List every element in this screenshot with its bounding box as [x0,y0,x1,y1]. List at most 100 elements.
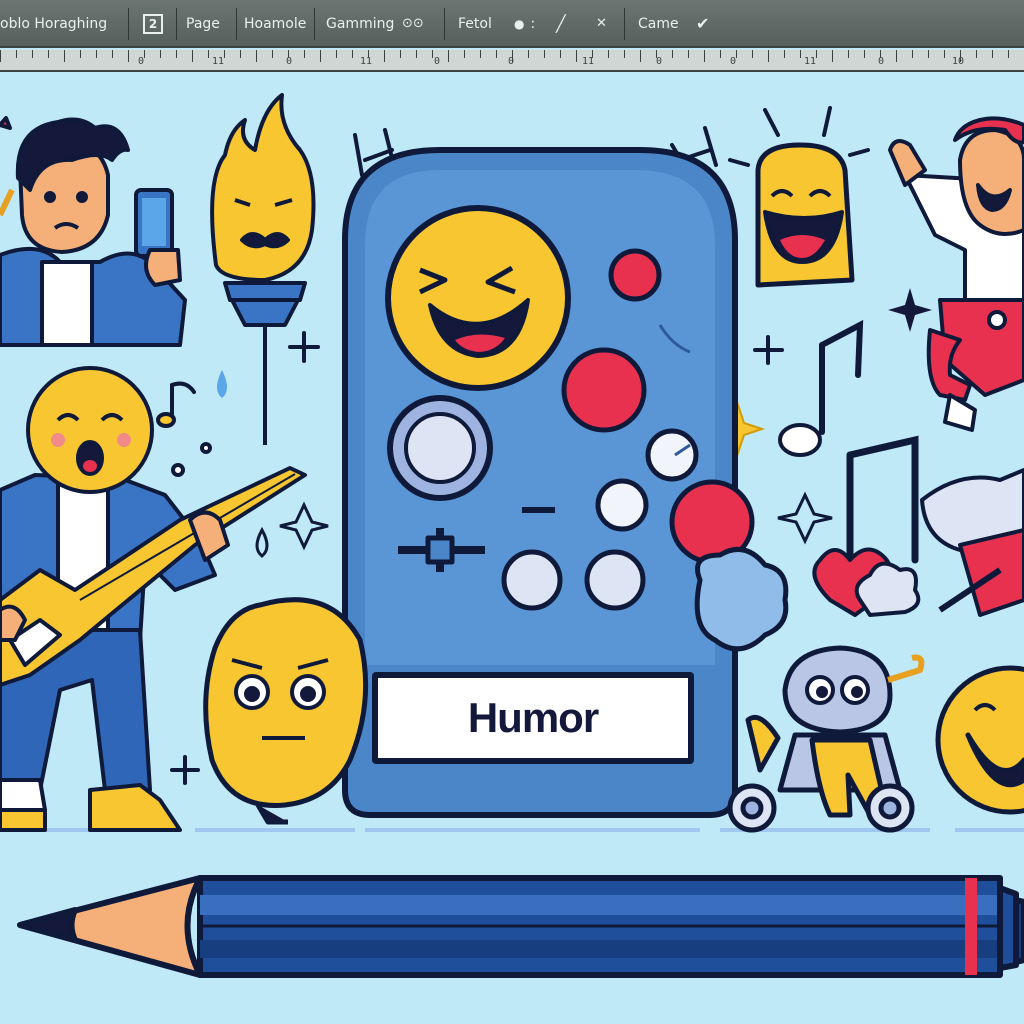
ruler-tick [1008,50,1009,58]
ruler-tick [144,50,145,58]
ruler-number: 11 [804,56,817,67]
ruler-tick [160,50,161,58]
toolbar-came-label: Came [638,16,679,32]
ruler-tick [832,50,833,62]
ruler-tick [768,50,769,62]
pencil-icon: ╱ [556,14,566,33]
big-smile-emoji [935,665,1024,815]
ruler-tick [576,50,577,62]
toolbar-separator [624,8,625,40]
ruler-tick [96,50,97,58]
ruler-tick [544,50,545,58]
toolbar-gaming-button[interactable]: Gamming [326,12,394,36]
toolbar-separator [314,8,315,40]
ruler-tick [128,50,129,62]
top-toolbar: oblo Horaghing 2 Page Hoamole Gamming ⊙⊙… [0,0,1024,48]
toolbar-doc-button[interactable]: 2 [143,12,163,36]
controller-label-plate: Humor [372,672,694,764]
ruler-tick [672,50,673,58]
ruler-tick [496,50,497,58]
ruler-number: 0 [656,56,663,67]
ruler-tick [944,50,945,58]
ruler-tick [64,50,65,62]
toolbar-close-button[interactable]: ✕ [596,12,607,36]
doc-icon: 2 [143,14,163,34]
ruler-tick [864,50,865,58]
ruler-tick [624,50,625,58]
ruler-tick [432,50,433,58]
toolbar-fetol-label: Fetol [458,16,492,32]
check-icon: ✔ [696,14,710,33]
toolbar-separator [128,8,129,40]
toolbar-page-label: Page [186,16,220,32]
ruler-tick [688,50,689,58]
ruler-tick [112,50,113,58]
toolbar-check-button[interactable]: ✔ [696,12,709,36]
ruler-number: 10 [952,56,965,67]
jumping-kid [888,116,1024,432]
humor-illustration [0,93,1024,978]
ruler-tick [848,50,849,58]
ruler-tick [48,50,49,58]
ruler-tick [176,50,177,58]
controller-label-text: Humor [467,694,599,741]
ruler-number: 0 [138,56,145,67]
ruler-tick [256,50,257,62]
ruler-tick [16,50,17,58]
ruler-tick [928,50,929,58]
ruler-tick [32,50,33,58]
ruler-tick [992,50,993,58]
sad-emoji [203,597,369,825]
toolbar-view-button[interactable]: ⊙⊙ [402,12,424,36]
toolbar-pencil-button[interactable]: ╱ [556,12,566,36]
ruler-tick [80,50,81,58]
close-icon: ✕ [596,16,607,31]
ruler-number: 0 [508,56,515,67]
ruler-tick [720,50,721,58]
ruler-tick [224,50,225,58]
ruler-tick [800,50,801,58]
ruler-number: 0 [434,56,441,67]
pin-icon: ● [514,17,525,31]
ruler-tick [896,50,897,62]
ruler-tick [192,50,193,62]
ruler-number: 11 [360,56,373,67]
ruler-number: 0 [730,56,737,67]
ruler-number: 11 [212,56,225,67]
toolbar-separator [236,8,237,40]
ruler-tick [560,50,561,58]
ruler-tick [912,50,913,58]
horizontal-ruler[interactable]: 0110110011001101011 [0,50,1024,72]
ruler-tick [640,50,641,62]
flame-character [210,93,316,445]
ruler-tick [384,50,385,62]
ruler-tick [736,50,737,58]
ruler-tick [704,50,705,62]
ruler-number: 0 [286,56,293,67]
ruler-tick [448,50,449,62]
laughing-capsule-emoji [755,142,855,288]
person-with-phone [0,116,187,347]
toolbar-title-label: oblo Horaghing [0,16,108,32]
ruler-tick [304,50,305,58]
toolbar-pin-button[interactable]: ● : [514,12,535,36]
ruler-tick [608,50,609,58]
toolbar-separator [176,8,177,40]
ruler-number: 0 [878,56,885,67]
ruler-tick [416,50,417,58]
ruler-tick [528,50,529,58]
illustration-canvas: Humor [0,74,1024,1024]
ruler-tick [272,50,273,58]
toolbar-came-button[interactable]: Came [638,12,679,36]
toolbar-title[interactable]: oblo Horaghing [0,12,107,36]
toolbar-fetol-button[interactable]: Fetol [458,12,492,36]
toolbar-page-button[interactable]: Page [186,12,220,36]
ruler-tick [352,50,353,58]
toolbar-gaming-label: Gamming [326,16,395,32]
ruler-tick [480,50,481,58]
ruler-tick [752,50,753,58]
ruler-tick [208,50,209,58]
toolbar-separator [444,8,445,40]
toolbar-home-button[interactable]: Hoamole [244,12,306,36]
ruler-tick [240,50,241,58]
